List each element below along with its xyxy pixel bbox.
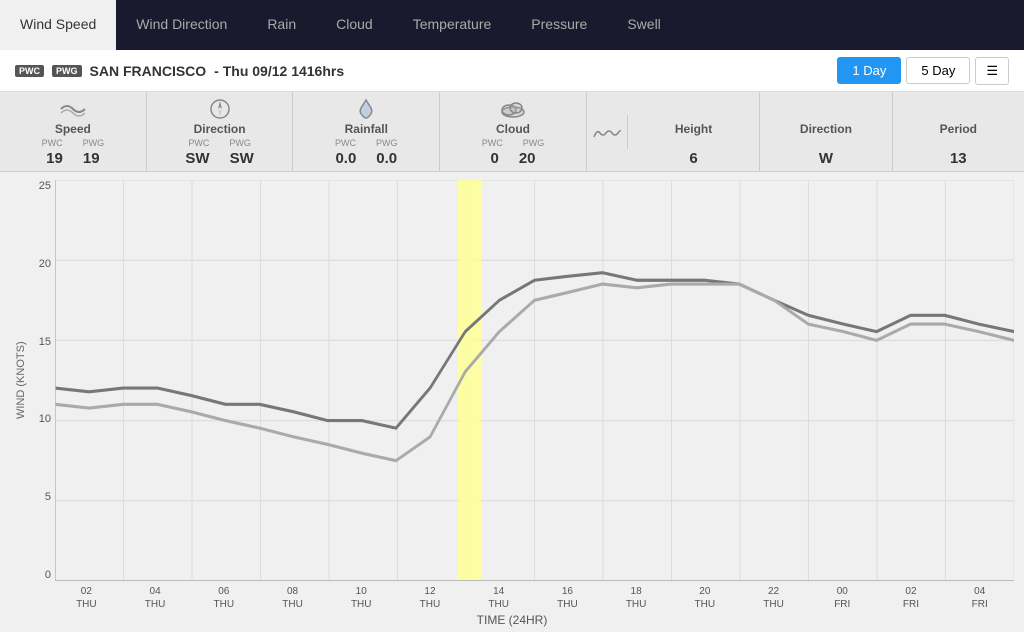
badge-pwg: PWG — [52, 65, 82, 77]
section-swell: - Height 6 - Direction W - Period — [587, 92, 1024, 171]
y-tick-labels: 25 20 15 10 5 0 — [27, 180, 55, 581]
swell-height-value: 6 — [689, 150, 697, 167]
main-content: PWC PWG SAN FRANCISCO - Thu 09/12 1416hr… — [0, 50, 1024, 632]
top-navigation: Wind Speed Wind Direction Rain Cloud Tem… — [0, 0, 1024, 50]
x-tick-7: 16THU — [533, 585, 602, 611]
tab-wind-speed[interactable]: Wind Speed — [0, 0, 116, 50]
tab-rain[interactable]: Rain — [247, 0, 316, 50]
speed-pwc: 19 — [46, 150, 63, 167]
swell-period-label: Period — [940, 122, 977, 136]
swell-icon-col — [587, 115, 628, 149]
y-tick-20: 20 — [27, 258, 51, 270]
badge-pwc: PWC — [15, 65, 44, 77]
x-tick-1: 04THU — [121, 585, 190, 611]
swell-height-val: 6 — [689, 150, 697, 167]
cloud-icon — [499, 98, 527, 120]
tab-wind-direction[interactable]: Wind Direction — [116, 0, 247, 50]
swell-period-sublabels — [957, 138, 960, 148]
y-tick-15: 15 — [27, 336, 51, 348]
direction-values: SW SW — [185, 150, 253, 167]
rainfall-pwc: 0.0 — [335, 150, 356, 167]
chart-section: WIND (KNOTS) 25 20 15 10 5 0 — [0, 172, 1024, 632]
y-tick-5: 5 — [27, 491, 51, 503]
chart-area — [55, 180, 1014, 581]
speed-values: 19 19 — [46, 150, 99, 167]
section-direction: Direction PWCPWG SW SW — [147, 92, 294, 171]
rainfall-values: 0.0 0.0 — [335, 150, 397, 167]
x-tick-3: 08THU — [258, 585, 327, 611]
y-tick-0: 0 — [27, 569, 51, 581]
speed-sublabels: PWCPWG — [42, 138, 105, 148]
direction-pwc: SW — [185, 150, 209, 167]
swell-dir-val: W — [819, 150, 833, 167]
swell-height-sublabels — [692, 138, 695, 148]
location-label: SAN FRANCISCO — [90, 63, 207, 79]
x-axis: 02THU 04THU 06THU 08THU 10THU 12THU 14TH… — [10, 585, 1014, 611]
x-tick-12: 02FRI — [877, 585, 946, 611]
cloud-pwg: 20 — [519, 150, 536, 167]
menu-button[interactable]: ☰ — [975, 57, 1009, 85]
chart-svg — [55, 180, 1014, 581]
direction-label: Direction — [194, 122, 246, 136]
direction-sublabels: PWCPWG — [188, 138, 251, 148]
swell-period-value: 13 — [950, 150, 967, 167]
cloud-pwc: 0 — [491, 150, 499, 167]
x-axis-label: TIME (24HR) — [10, 613, 1014, 627]
x-tick-6: 14THU — [464, 585, 533, 611]
tab-pressure[interactable]: Pressure — [511, 0, 607, 50]
swell-direction: - Direction W — [760, 92, 892, 171]
header-right: 1 Day 5 Day ☰ — [837, 57, 1009, 85]
tab-swell[interactable]: Swell — [607, 0, 680, 50]
rain-icon — [355, 98, 377, 120]
5day-button[interactable]: 5 Day — [906, 57, 970, 84]
rainfall-label: Rainfall — [345, 122, 388, 136]
tab-cloud[interactable]: Cloud — [316, 0, 393, 50]
rainfall-sublabels: PWCPWG — [335, 138, 398, 148]
datetime-label: - Thu 09/12 1416hrs — [214, 63, 344, 79]
swell-height: - Height 6 — [628, 92, 760, 171]
x-tick-8: 18THU — [602, 585, 671, 611]
x-tick-2: 06THU — [189, 585, 258, 611]
swell-period: - Period 13 — [893, 92, 1024, 171]
x-tick-5: 12THU — [396, 585, 465, 611]
swell-direction-value: W — [819, 150, 833, 167]
wind-icon — [59, 98, 87, 120]
header-bar: PWC PWG SAN FRANCISCO - Thu 09/12 1416hr… — [0, 50, 1024, 92]
rainfall-pwg: 0.0 — [376, 150, 397, 167]
x-tick-13: 04FRI — [945, 585, 1014, 611]
compass-icon — [209, 98, 231, 120]
cloud-sublabels: PWCPWG — [482, 138, 545, 148]
x-tick-4: 10THU — [327, 585, 396, 611]
x-tick-10: 22THU — [739, 585, 808, 611]
swell-dir-sublabels — [825, 138, 828, 148]
y-tick-10: 10 — [27, 413, 51, 425]
swell-period-val: 13 — [950, 150, 967, 167]
x-tick-9: 20THU — [670, 585, 739, 611]
x-tick-0: 02THU — [52, 585, 121, 611]
section-cloud: Cloud PWCPWG 0 20 — [440, 92, 587, 171]
1day-button[interactable]: 1 Day — [837, 57, 901, 84]
data-row: Speed PWCPWG 19 19 Direction PWCPWG SW S… — [0, 92, 1024, 172]
swell-icon — [593, 121, 621, 143]
swell-height-label: Height — [675, 122, 712, 136]
tab-temperature[interactable]: Temperature — [393, 0, 512, 50]
direction-pwg: SW — [230, 150, 254, 167]
swell-direction-label: Direction — [800, 122, 852, 136]
section-rainfall: Rainfall PWCPWG 0.0 0.0 — [293, 92, 440, 171]
speed-pwg: 19 — [83, 150, 100, 167]
cloud-values: 0 20 — [491, 150, 536, 167]
speed-label: Speed — [55, 122, 91, 136]
cloud-label: Cloud — [496, 122, 530, 136]
y-axis-label: WIND (KNOTS) — [10, 180, 27, 581]
x-tick-11: 00FRI — [808, 585, 877, 611]
chart-main: WIND (KNOTS) 25 20 15 10 5 0 — [10, 180, 1014, 581]
section-speed: Speed PWCPWG 19 19 — [0, 92, 147, 171]
header-left: PWC PWG SAN FRANCISCO - Thu 09/12 1416hr… — [15, 63, 344, 79]
y-tick-25: 25 — [27, 180, 51, 192]
